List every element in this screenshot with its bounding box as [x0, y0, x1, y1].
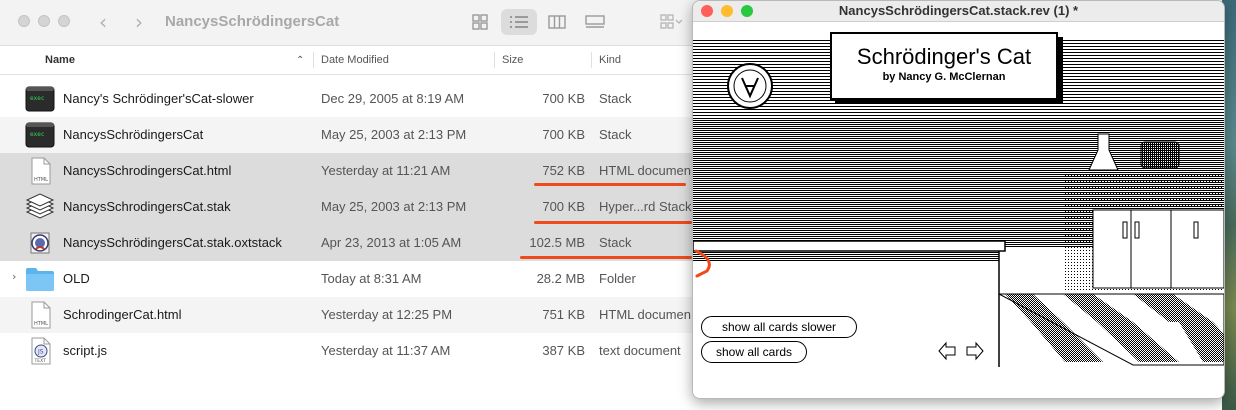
svg-text:HTML: HTML: [34, 177, 48, 183]
file-name: SchrodingerCat.html: [63, 307, 182, 322]
file-kind: Stack: [599, 235, 632, 250]
file-name: OLD: [63, 271, 90, 286]
file-date: May 25, 2003 at 2:13 PM: [321, 199, 467, 214]
name-column-header[interactable]: Name: [45, 54, 75, 66]
card-title: Schrödinger's Cat: [856, 44, 1032, 69]
gallery-view-button[interactable]: [581, 9, 609, 35]
svg-text:exec: exec: [30, 95, 45, 102]
file-kind: HTML documen: [599, 307, 691, 322]
stack-titlebar: NancysSchrödingersCat.stack.rev (1) *: [693, 1, 1224, 22]
kind-column-header[interactable]: Kind: [599, 54, 621, 66]
terminal-icon: exec: [25, 122, 55, 148]
annotation-underline: [534, 183, 686, 186]
back-arrow-icon[interactable]: ‹: [99, 10, 107, 34]
annotation-underline: [520, 256, 692, 259]
gallery-icon: [585, 15, 605, 28]
date-column-header[interactable]: Date Modified: [321, 54, 389, 66]
file-date: Apr 23, 2013 at 1:05 AM: [321, 235, 462, 250]
file-kind: Folder: [599, 271, 636, 286]
file-size: 387 KB: [542, 343, 585, 358]
minimize-button[interactable]: [38, 15, 50, 27]
zoom-button[interactable]: [58, 15, 70, 27]
html-file-icon: HTML: [31, 157, 51, 185]
file-name: Nancy's Schrödinger'sCat-slower: [63, 91, 254, 106]
file-name: NancysSchrödingersCat: [63, 127, 204, 142]
sort-chevron-icon: ⌃: [296, 55, 305, 66]
svg-text:exec: exec: [30, 131, 45, 138]
column-view-button[interactable]: [543, 9, 571, 35]
annotation-underline: [534, 221, 692, 224]
svg-text:JS: JS: [37, 349, 44, 356]
file-date: May 25, 2003 at 2:13 PM: [321, 127, 467, 142]
show-all-cards-button[interactable]: show all cards: [701, 341, 807, 363]
file-kind: Stack: [599, 127, 632, 142]
livecode-stack-icon: [30, 232, 50, 254]
file-kind: text document: [599, 343, 681, 358]
file-kind: HTML documen: [599, 163, 691, 178]
file-size: 28.2 MB: [536, 271, 585, 286]
icon-view-button[interactable]: [466, 9, 494, 35]
list-icon: [510, 16, 528, 28]
file-size: 700 KB: [542, 91, 585, 106]
hypercard-stack-icon: [25, 193, 55, 219]
columns-icon: [548, 15, 566, 29]
file-name: script.js: [63, 343, 108, 358]
group-grid-icon: [660, 14, 682, 29]
next-card-button[interactable]: [965, 340, 985, 360]
svg-text:TEXT: TEXT: [34, 358, 47, 364]
file-date: Yesterday at 11:21 AM: [321, 163, 451, 178]
file-date: Yesterday at 11:37 AM: [321, 343, 451, 358]
group-button[interactable]: [656, 9, 686, 35]
window-title: NancysSchrödingersCat: [165, 13, 340, 30]
file-size: 700 KB: [542, 199, 585, 214]
file-name: NancysSchrodingersCat.stak: [63, 199, 231, 214]
size-column-header[interactable]: Size: [502, 54, 523, 66]
file-size: 752 KB: [542, 163, 585, 178]
close-button[interactable]: [18, 15, 30, 27]
stack-window: NancysSchrödingersCat.stack.rev (1) * Sc…: [692, 0, 1225, 399]
file-name: NancysSchrodingersCat.html: [63, 163, 232, 178]
file-date: Dec 29, 2005 at 8:19 AM: [321, 91, 465, 106]
card-subtitle: by Nancy G. McClernan: [882, 71, 1006, 83]
file-size: 102.5 MB: [529, 235, 585, 250]
forward-arrow-icon[interactable]: ›: [135, 10, 143, 34]
js-file-icon: JS TEXT: [31, 337, 51, 365]
folder-icon: [26, 268, 54, 291]
file-date: Yesterday at 12:25 PM: [321, 307, 453, 322]
previous-card-button[interactable]: [937, 340, 957, 360]
file-size: 751 KB: [542, 307, 585, 322]
file-size: 700 KB: [542, 127, 585, 142]
stack-window-title: NancysSchrödingersCat.stack.rev (1) *: [838, 3, 1079, 18]
file-date: Today at 8:31 AM: [321, 271, 422, 286]
grid-icon: [472, 14, 488, 30]
file-kind: Hyper...rd Stack: [599, 199, 692, 214]
terminal-icon: exec: [25, 86, 55, 112]
file-name: NancysSchrödingersCat.stak.oxtstack: [63, 235, 282, 250]
show-all-cards-slower-button[interactable]: show all cards slower: [701, 316, 857, 338]
svg-text:HTML: HTML: [34, 321, 48, 327]
hypercard-card: Schrödinger's Cat by Nancy G. McClernan …: [693, 22, 1224, 398]
disclosure-triangle-icon[interactable]: ›: [12, 270, 16, 283]
list-view-button[interactable]: [501, 9, 537, 35]
html-file-icon: HTML: [31, 301, 51, 329]
file-kind: Stack: [599, 91, 632, 106]
